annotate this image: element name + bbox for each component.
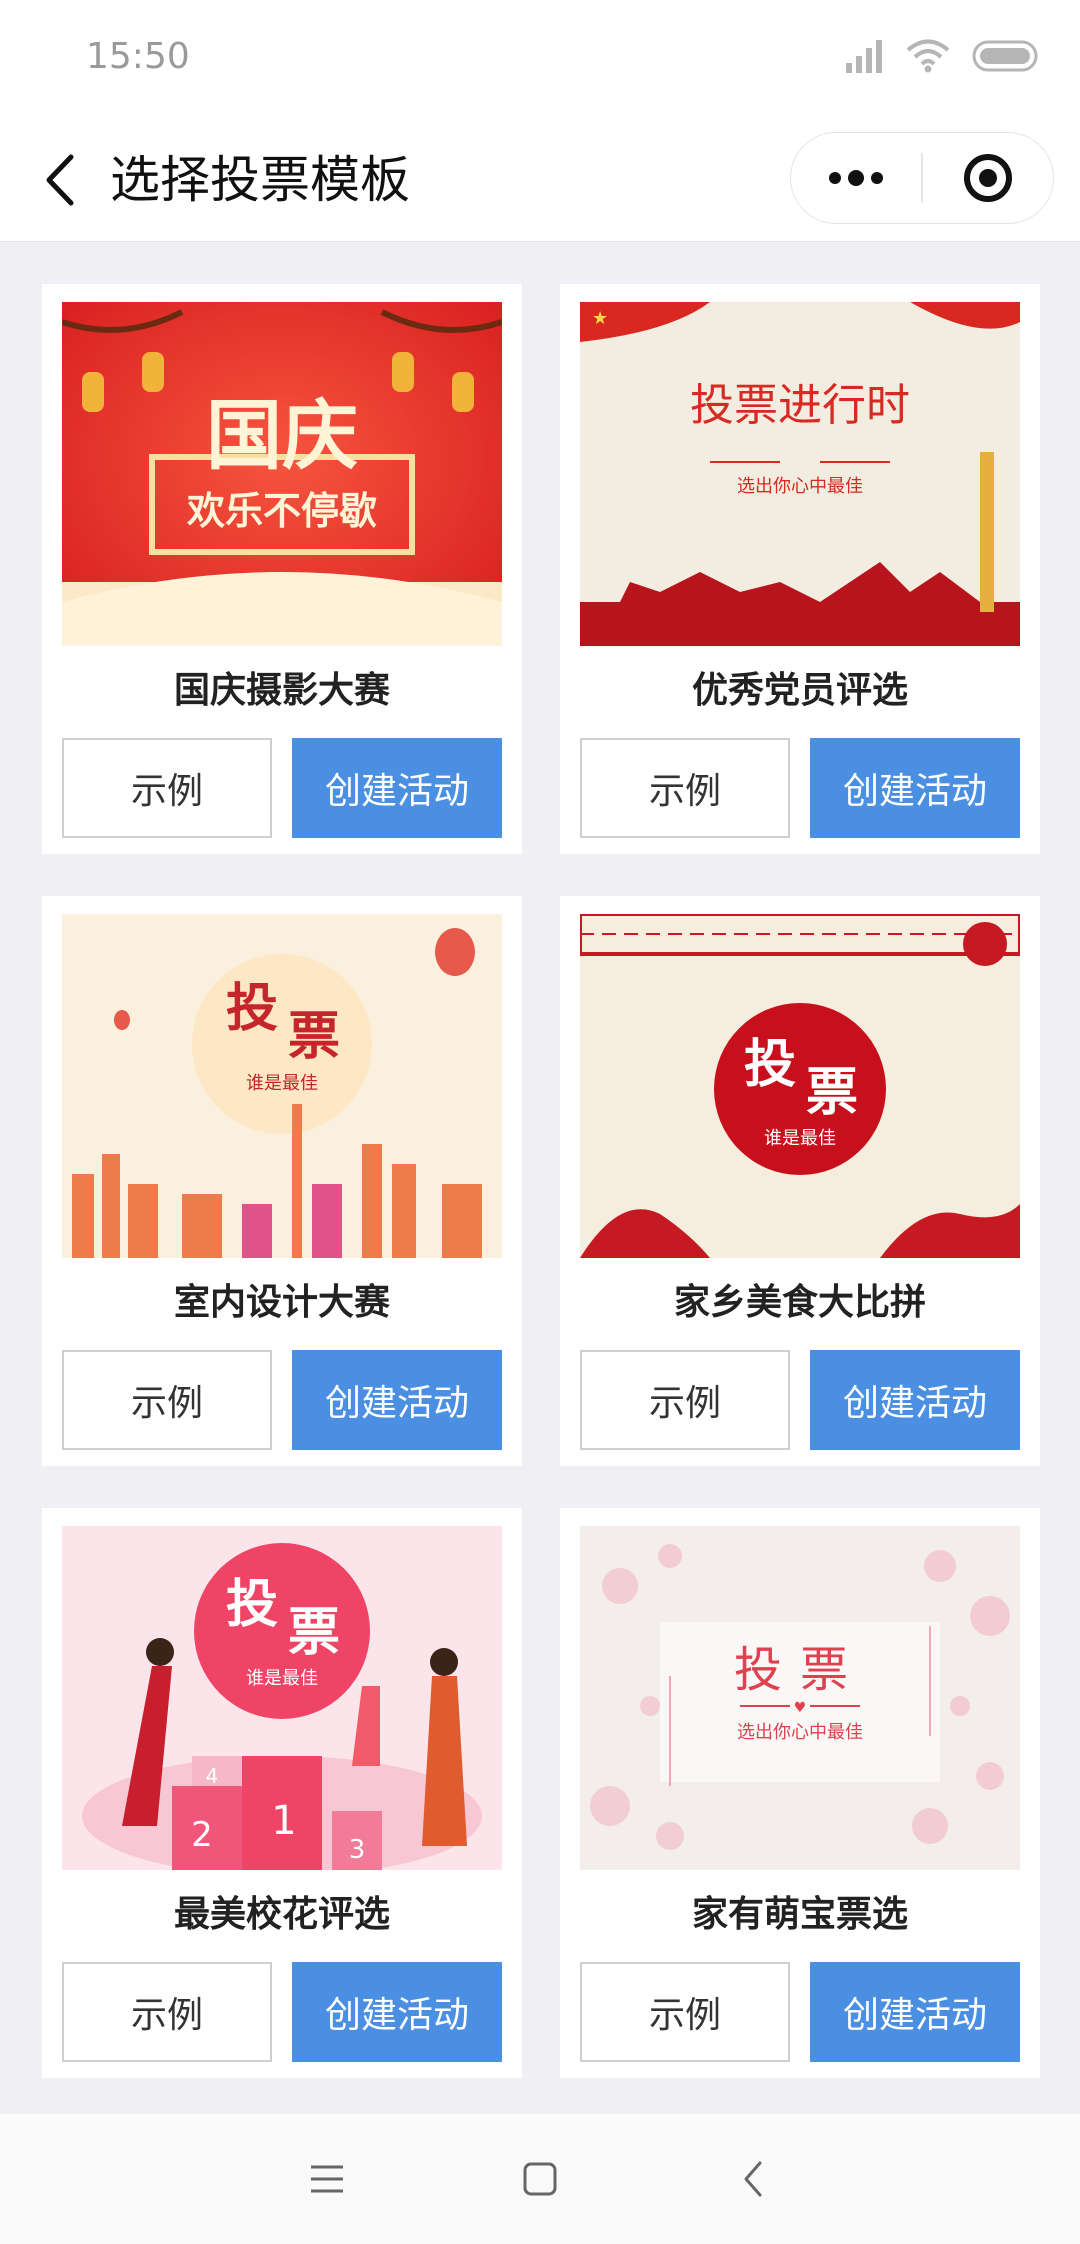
- example-button[interactable]: 示例: [580, 738, 790, 838]
- thumbnail-heading-2: 票: [288, 1603, 340, 1663]
- template-thumbnail[interactable]: 投 票 谁是最佳: [580, 914, 1020, 1258]
- create-activity-button[interactable]: 创建活动: [292, 1350, 502, 1450]
- thumbnail-heading: 投票进行时: [690, 380, 910, 431]
- example-button[interactable]: 示例: [580, 1962, 790, 2062]
- template-card: ★ 投票进行时 选出你心中最佳 优秀党员评选 示例 创建活动: [560, 284, 1040, 854]
- thumbnail-subheading: 选出你心中最佳: [737, 1722, 863, 1743]
- template-title: 家有萌宝票选: [691, 1894, 908, 1935]
- thumbnail-heading-2: 票: [806, 1063, 858, 1123]
- podium-number: 2: [191, 1815, 213, 1855]
- template-thumbnail[interactable]: 国庆 欢乐不停歇: [62, 302, 502, 646]
- thumbnail-subheading: 选出你心中最佳: [737, 476, 863, 497]
- thumbnail-heading: 投: [226, 979, 278, 1039]
- thumbnail-subheading: 谁是最佳: [246, 1668, 318, 1689]
- example-button[interactable]: 示例: [62, 1350, 272, 1450]
- example-button[interactable]: 示例: [62, 738, 272, 838]
- create-activity-button[interactable]: 创建活动: [292, 1962, 502, 2062]
- template-card: 投票 ♥ 选出你心中最佳 家有萌宝票选 示例 创建活动: [560, 1508, 1040, 2078]
- svg-text:♥: ♥: [794, 1700, 807, 1716]
- template-thumbnail[interactable]: 投 票 谁是最佳 1 2 3 4: [62, 1526, 502, 1870]
- template-card: 投 票 谁是最佳 家乡美食大比拼 示例 创建活动: [560, 896, 1040, 1466]
- template-title: 室内设计大赛: [173, 1282, 390, 1323]
- template-title: 国庆摄影大赛: [173, 670, 390, 711]
- podium-number: 3: [349, 1835, 366, 1865]
- thumbnail-heading: 国庆: [206, 391, 358, 480]
- thumbnail-subheading: 谁是最佳: [246, 1073, 318, 1094]
- status-time: 15:50: [86, 36, 190, 77]
- wifi-icon: [906, 39, 950, 77]
- mini-program-capsule: [790, 132, 1054, 224]
- home-icon[interactable]: [510, 2149, 570, 2209]
- thumbnail-heading: 投票: [734, 1642, 866, 1698]
- more-menu-button[interactable]: [791, 133, 921, 223]
- close-mini-program-button[interactable]: [923, 133, 1053, 223]
- template-thumbnail[interactable]: 投 票 谁是最佳: [62, 914, 502, 1258]
- template-title: 最美校花评选: [173, 1894, 390, 1935]
- podium-number: 1: [271, 1798, 296, 1844]
- template-grid: 国庆 欢乐不停歇 国庆摄影大赛 示例 创建活动 ★ 投票进行时 选出你心中最佳: [42, 284, 1040, 2078]
- example-button[interactable]: 示例: [580, 1350, 790, 1450]
- template-card: 国庆 欢乐不停歇 国庆摄影大赛 示例 创建活动: [42, 284, 522, 854]
- create-activity-button[interactable]: 创建活动: [292, 738, 502, 838]
- svg-text:★: ★: [592, 308, 608, 329]
- template-thumbnail[interactable]: ★ 投票进行时 选出你心中最佳: [580, 302, 1020, 646]
- menu-icon[interactable]: [297, 2149, 357, 2209]
- create-activity-button[interactable]: 创建活动: [810, 738, 1020, 838]
- thumbnail-subheading: 谁是最佳: [764, 1128, 836, 1149]
- battery-icon: [972, 39, 1042, 77]
- template-card: 投 票 谁是最佳 1 2 3 4 最美校花评选 示例 创建活动: [42, 1508, 522, 2078]
- status-bar: 15:50: [0, 0, 1080, 118]
- thumbnail-heading: 投: [226, 1575, 278, 1635]
- example-button[interactable]: 示例: [62, 1962, 272, 2062]
- signal-icon: [844, 39, 884, 77]
- create-activity-button[interactable]: 创建活动: [810, 1962, 1020, 2062]
- status-icons: [844, 38, 1042, 78]
- podium-number: 4: [206, 1764, 219, 1788]
- create-activity-button[interactable]: 创建活动: [810, 1350, 1020, 1450]
- target-close-icon: [963, 154, 1012, 202]
- page-title: 选择投票模板: [110, 151, 410, 209]
- more-dots-icon: [829, 170, 884, 186]
- navigation-bar: 选择投票模板: [0, 118, 1080, 242]
- back-arrow-icon[interactable]: [30, 148, 90, 212]
- thumbnail-heading: 投: [744, 1035, 796, 1095]
- template-thumbnail[interactable]: 投票 ♥ 选出你心中最佳: [580, 1526, 1020, 1870]
- thumbnail-subheading: 欢乐不停歇: [186, 489, 377, 533]
- thumbnail-heading-2: 票: [288, 1007, 340, 1067]
- template-title: 优秀党员评选: [691, 670, 908, 711]
- system-navigation-bar: [0, 2114, 1080, 2244]
- template-card: 投 票 谁是最佳 室内设计大赛 示例 创建活动: [42, 896, 522, 1466]
- back-icon[interactable]: [723, 2149, 783, 2209]
- template-title: 家乡美食大比拼: [673, 1282, 926, 1323]
